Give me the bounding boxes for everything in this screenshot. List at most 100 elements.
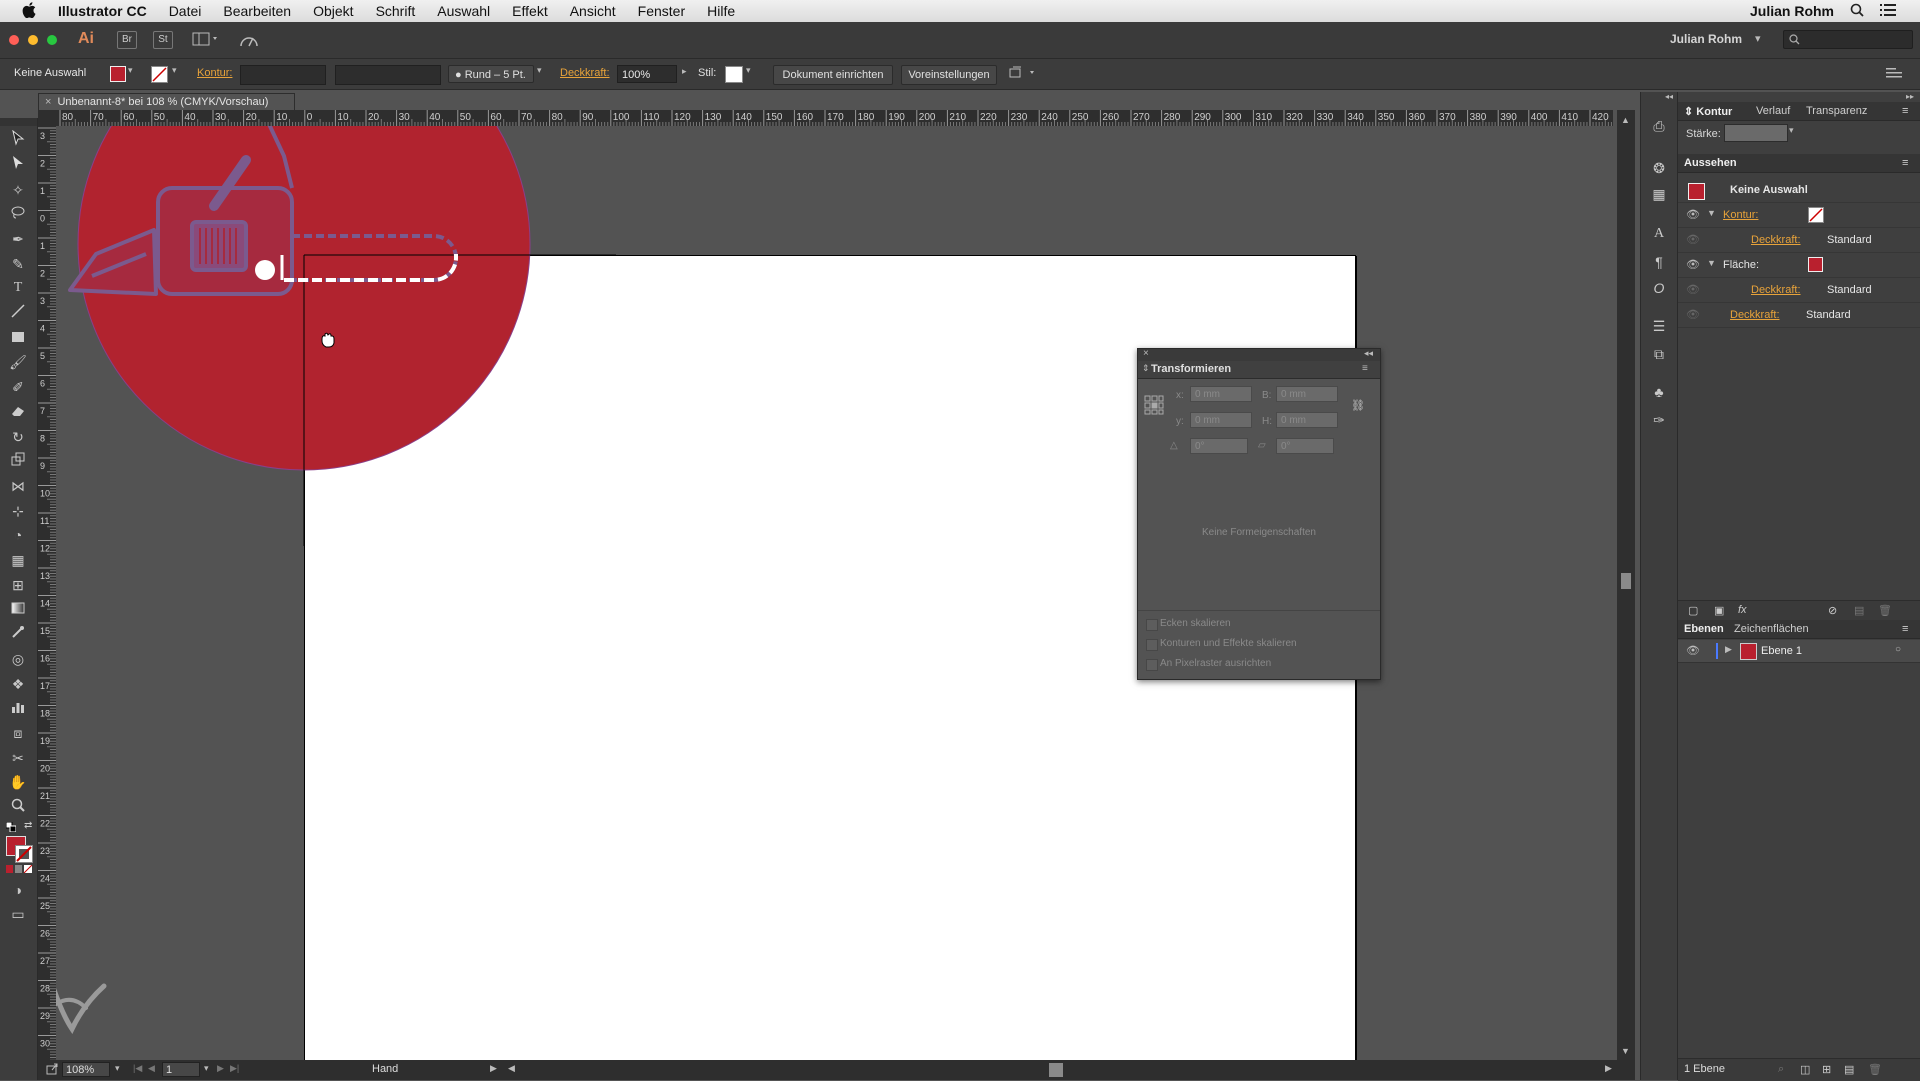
- add-stroke-icon[interactable]: ▢: [1688, 604, 1698, 617]
- scroll-left-icon[interactable]: ◀: [508, 1063, 515, 1074]
- width-tool-icon[interactable]: ⋈: [8, 476, 28, 496]
- add-fill-icon[interactable]: ▣: [1714, 604, 1724, 617]
- menu-app[interactable]: Illustrator CC: [47, 3, 158, 19]
- brushes-icon[interactable]: ✑: [1649, 410, 1669, 430]
- appearance-fill-row[interactable]: 👁 ▼ Fläche:: [1678, 253, 1920, 278]
- kontur-label[interactable]: Kontur:: [197, 67, 232, 79]
- appearance-fill-swatch[interactable]: [1808, 257, 1823, 272]
- layer-row[interactable]: 👁 ▶ Ebene 1 ○: [1678, 640, 1920, 663]
- document-setup-button[interactable]: Dokument einrichten: [773, 65, 893, 85]
- close-window-button[interactable]: [9, 35, 19, 45]
- chevron-down-icon[interactable]: ▾: [1789, 125, 1794, 136]
- height-input[interactable]: 0 mm: [1276, 412, 1338, 428]
- clear-appearance-icon[interactable]: ⊘: [1828, 604, 1837, 617]
- chevron-down-icon[interactable]: ▾: [115, 1063, 120, 1074]
- pixel-grid-checkbox[interactable]: [1146, 659, 1158, 671]
- eyedropper-tool-icon[interactable]: [8, 624, 28, 644]
- ruler-origin[interactable]: [38, 110, 57, 127]
- color-guide-icon[interactable]: ❂: [1649, 158, 1669, 178]
- menu-hilfe[interactable]: Hilfe: [696, 3, 746, 19]
- chainsaw-artwork[interactable]: [56, 126, 616, 546]
- clipping-mask-icon[interactable]: ◫: [1800, 1063, 1810, 1076]
- fill-color-swatch[interactable]: [110, 66, 126, 82]
- object-deckkraft-label[interactable]: Deckkraft:: [1730, 309, 1780, 321]
- menu-objekt[interactable]: Objekt: [302, 3, 364, 19]
- gpu-performance-icon[interactable]: [238, 30, 260, 53]
- scroll-right-icon[interactable]: ▶: [1605, 1063, 1612, 1074]
- chevron-down-icon[interactable]: ▾: [204, 1063, 209, 1074]
- arrange-documents-icon[interactable]: [1009, 66, 1039, 83]
- appearance-fill-opacity-row[interactable]: 👁 Deckkraft: Standard: [1678, 278, 1920, 303]
- scroll-down-icon[interactable]: ▼: [1621, 1046, 1630, 1056]
- collapse-strip-icon[interactable]: ◂◂: [1665, 92, 1673, 101]
- collapse-panel-icon[interactable]: ◂◂: [1364, 348, 1373, 359]
- color-mode-icons[interactable]: [6, 864, 33, 874]
- selection-tool-icon[interactable]: [8, 129, 28, 150]
- perspective-grid-tool-icon[interactable]: ▦: [8, 550, 28, 570]
- scale-corners-checkbox[interactable]: [1146, 619, 1158, 631]
- new-sublayer-icon[interactable]: ⊞: [1822, 1063, 1831, 1076]
- vertical-scrollbar[interactable]: ▲ ▼: [1617, 110, 1635, 1060]
- tab-verlauf[interactable]: Verlauf: [1756, 105, 1790, 117]
- toolbox-header[interactable]: [0, 118, 37, 126]
- panel-menu-icon[interactable]: ≡: [1362, 363, 1368, 374]
- rectangle-tool-icon[interactable]: [8, 328, 28, 348]
- duplicate-item-icon[interactable]: ▤: [1854, 604, 1864, 617]
- graphic-style-swatch[interactable]: [725, 66, 743, 83]
- new-layer-icon[interactable]: ▤: [1844, 1063, 1854, 1076]
- document-info-icon[interactable]: ⎙: [1649, 116, 1669, 136]
- rotate-tool-icon[interactable]: ↻: [8, 427, 28, 447]
- vertical-ruler[interactable]: 3 2 1 0 1 2 3 4 5 6 7 8 9 10 11 12 13 14 15 16 17 18 19 20 21 22 2…: [38, 126, 56, 1060]
- zoom-window-button[interactable]: [47, 35, 57, 45]
- scale-strokes-checkbox[interactable]: [1146, 639, 1158, 651]
- help-search-input[interactable]: [1783, 30, 1913, 49]
- line-tool-icon[interactable]: [8, 303, 28, 323]
- pathfinder-icon[interactable]: ⧉: [1649, 344, 1669, 364]
- workspace-layout-icon[interactable]: [192, 31, 222, 50]
- appbar-user[interactable]: Julian Rohm: [1670, 32, 1742, 46]
- next-artboard-icon[interactable]: ▶: [217, 1063, 224, 1074]
- tab-aussehen[interactable]: Aussehen: [1684, 157, 1737, 169]
- canvas-area[interactable]: [56, 126, 1627, 1060]
- visibility-eye-icon[interactable]: 👁: [1686, 258, 1700, 271]
- paragraph-icon[interactable]: ¶: [1649, 252, 1669, 272]
- visibility-eye-icon[interactable]: 👁: [1686, 308, 1700, 321]
- character-icon[interactable]: A: [1649, 224, 1669, 244]
- stock-button[interactable]: St: [153, 31, 173, 49]
- default-colors-icon[interactable]: [5, 821, 17, 833]
- bridge-button[interactable]: Br: [117, 31, 137, 49]
- mesh-tool-icon[interactable]: ⊞: [8, 575, 28, 595]
- reference-point-icon[interactable]: [1144, 395, 1164, 418]
- chevron-down-icon[interactable]: ▾: [172, 65, 177, 76]
- menu-datei[interactable]: Datei: [158, 3, 213, 19]
- add-effect-icon[interactable]: fx: [1738, 604, 1747, 616]
- transform-panel-title[interactable]: Transformieren: [1151, 363, 1231, 375]
- prev-artboard-icon[interactable]: ◀: [148, 1063, 155, 1074]
- minimize-window-button[interactable]: [28, 35, 38, 45]
- panel-menu-icon[interactable]: ≡: [1902, 623, 1908, 635]
- horizontal-scroll-thumb[interactable]: [1049, 1063, 1063, 1077]
- panel-menu-icon[interactable]: ≡: [1902, 157, 1908, 169]
- stroke-deckkraft-label[interactable]: Deckkraft:: [1751, 234, 1801, 246]
- panel-menu-icon[interactable]: ≡: [1902, 105, 1908, 117]
- fill-deckkraft-label[interactable]: Deckkraft:: [1751, 284, 1801, 296]
- width-input[interactable]: 0 mm: [1276, 386, 1338, 402]
- close-panel-icon[interactable]: ×: [1143, 348, 1149, 359]
- panel-menu-icon[interactable]: [1886, 67, 1902, 82]
- constrain-proportions-icon[interactable]: ⛓: [1351, 399, 1365, 412]
- tab-ebenen[interactable]: Ebenen: [1684, 623, 1724, 635]
- panel-toggle-icon[interactable]: ⇕: [1142, 363, 1150, 374]
- gradient-tool-icon[interactable]: [8, 599, 28, 619]
- expand-triangle-icon[interactable]: ▼: [1707, 258, 1716, 268]
- stroke-color-swatch[interactable]: [151, 66, 168, 83]
- appearance-stroke-row[interactable]: 👁 ▼ Kontur:: [1678, 203, 1920, 228]
- expand-triangle-icon[interactable]: ▼: [1707, 208, 1716, 218]
- visibility-eye-icon[interactable]: 👁: [1686, 208, 1700, 221]
- stroke-weight-field[interactable]: [1724, 124, 1788, 142]
- chevron-down-icon[interactable]: ▾: [746, 65, 751, 76]
- menubar-user[interactable]: Julian Rohm: [1750, 3, 1834, 19]
- artboard-number-input[interactable]: 1: [162, 1062, 200, 1077]
- preferences-button[interactable]: Voreinstellungen: [901, 65, 997, 85]
- collapse-dock-icon[interactable]: ▸▸: [1906, 92, 1914, 101]
- hand-tool-icon[interactable]: ✋: [8, 772, 28, 792]
